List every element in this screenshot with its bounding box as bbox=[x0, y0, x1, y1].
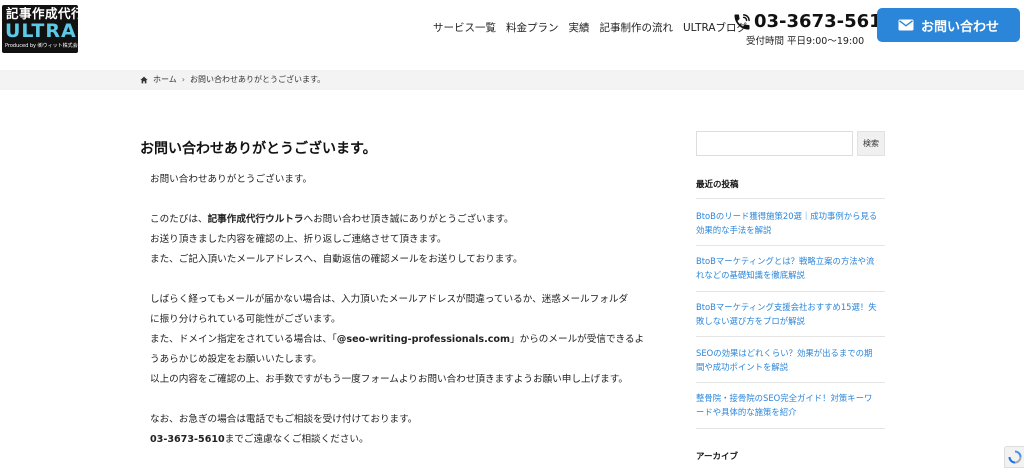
phone-hours: 受付時間 平日9:00〜19:00 bbox=[746, 36, 865, 47]
recent-posts-heading: 最近の投稿 bbox=[696, 180, 739, 190]
search-button[interactable]: 検索 bbox=[857, 131, 885, 156]
phone-block: 03-3673-5610 受付時間 平日9:00〜19:00 bbox=[732, 10, 894, 50]
site-logo[interactable]: 記事作成代行 ULTRA Produced by ㈱ウィット株式会社 bbox=[2, 5, 85, 53]
company-name: 記事作成代行ウルトラ bbox=[207, 214, 304, 225]
recent-post-link[interactable]: SEOの効果はどれくらい？効果が出るまでの期 間や成功ポイントを解説 bbox=[696, 346, 888, 374]
recaptcha-icon bbox=[1008, 450, 1022, 464]
home-icon bbox=[140, 76, 148, 84]
divider bbox=[696, 245, 885, 246]
breadcrumb-current: お問い合わせありがとうございます。 bbox=[189, 75, 326, 84]
recent-post-link[interactable]: BtoBマーケティングとは？戦略立案の方法や流 れなどの基礎知識を徹底解説 bbox=[696, 254, 888, 282]
contact-button-label: お問い合わせ bbox=[920, 18, 999, 34]
paragraph: に振り分けられている可能性がございます。 bbox=[150, 314, 341, 325]
search-input[interactable] bbox=[696, 131, 853, 156]
recaptcha-badge[interactable] bbox=[1004, 446, 1024, 468]
mail-icon bbox=[898, 19, 914, 31]
breadcrumb: ホーム › お問い合わせありがとうございます。 bbox=[140, 73, 325, 87]
breadcrumb-bar: ホーム › お問い合わせありがとうございます。 bbox=[0, 70, 1024, 90]
recent-post-link[interactable]: 整骨院・接骨院のSEO完全ガイド！対策キーワ ードや具体的な施策を紹介 bbox=[696, 391, 888, 419]
divider bbox=[696, 291, 885, 292]
page-title: お問い合わせありがとうございます。 bbox=[140, 141, 377, 157]
paragraph: また、ご記入頂いたメールアドレスへ、自動返信の確認メールをお送りしております。 bbox=[150, 254, 523, 265]
paragraph: うあらかじめ設定をお願いいたします。 bbox=[150, 354, 322, 365]
divider bbox=[696, 382, 885, 383]
paragraph: 以上の内容をご確認の上、お手数ですがもう一度フォームよりお問い合わせ頂きますよう… bbox=[150, 374, 628, 385]
nav-pricing[interactable]: 料金プラン bbox=[506, 19, 559, 37]
paragraph: しばらく経ってもメールが届かない場合は、入力頂いたメールアドレスが間違っているか… bbox=[150, 294, 629, 305]
contact-phone-text: 03-3673-5610 bbox=[150, 434, 225, 445]
archive-heading: アーカイブ bbox=[696, 452, 738, 462]
chevron-right-icon: › bbox=[181, 75, 185, 84]
contact-button[interactable]: お問い合わせ bbox=[877, 8, 1020, 42]
phone-icon bbox=[734, 14, 750, 30]
main-nav: サービス一覧 料金プラン 実績 記事制作の流れ ULTRAブログ bbox=[433, 19, 747, 37]
nav-services[interactable]: サービス一覧 bbox=[433, 19, 496, 37]
nav-workflow[interactable]: 記事制作の流れ bbox=[600, 19, 674, 37]
thanks-message: お問い合わせありがとうございます。 このたびは、記事作成代行ウルトラへお問い合わ… bbox=[150, 170, 675, 450]
breadcrumb-home[interactable]: ホーム bbox=[153, 73, 177, 87]
divider bbox=[696, 336, 885, 337]
paragraph: このたびは、記事作成代行ウルトラへお問い合わせ頂き誠にありがとうございます。 bbox=[150, 214, 514, 225]
domain-name: @seo-writing-professionals.com bbox=[336, 334, 511, 345]
paragraph: なお、お急ぎの場合は電話でもご相談を受け付けております。 bbox=[150, 414, 418, 425]
divider bbox=[696, 198, 885, 199]
recent-post-link[interactable]: BtoBマーケティング支援会社おすすめ15選！失 敗しない選び方をプロが解説 bbox=[696, 300, 888, 328]
recent-post-link[interactable]: BtoBのリード獲得施策20選｜成功事例から見る 効果的な手法を解説 bbox=[696, 209, 888, 237]
logo-line3: Produced by ㈱ウィット株式会社 bbox=[5, 43, 83, 49]
paragraph: また、ドメイン指定をされている場合は、「@seo-writing-profess… bbox=[150, 334, 645, 345]
site-header: 記事作成代行 ULTRA Produced by ㈱ウィット株式会社 サービス一… bbox=[0, 0, 1024, 70]
paragraph: 03-3673-5610までご遠慮なくご相談ください。 bbox=[150, 434, 369, 445]
logo-line1: 記事作成代行 bbox=[6, 6, 85, 21]
paragraph: お送り頂きました内容を確認の上、折り返しご連絡させて頂きます。 bbox=[150, 234, 447, 245]
phone-number[interactable]: 03-3673-5610 bbox=[754, 10, 894, 34]
nav-results[interactable]: 実績 bbox=[569, 19, 590, 37]
divider bbox=[696, 428, 885, 429]
logo-line2: ULTRA bbox=[5, 20, 77, 42]
paragraph: お問い合わせありがとうございます。 bbox=[150, 174, 313, 185]
